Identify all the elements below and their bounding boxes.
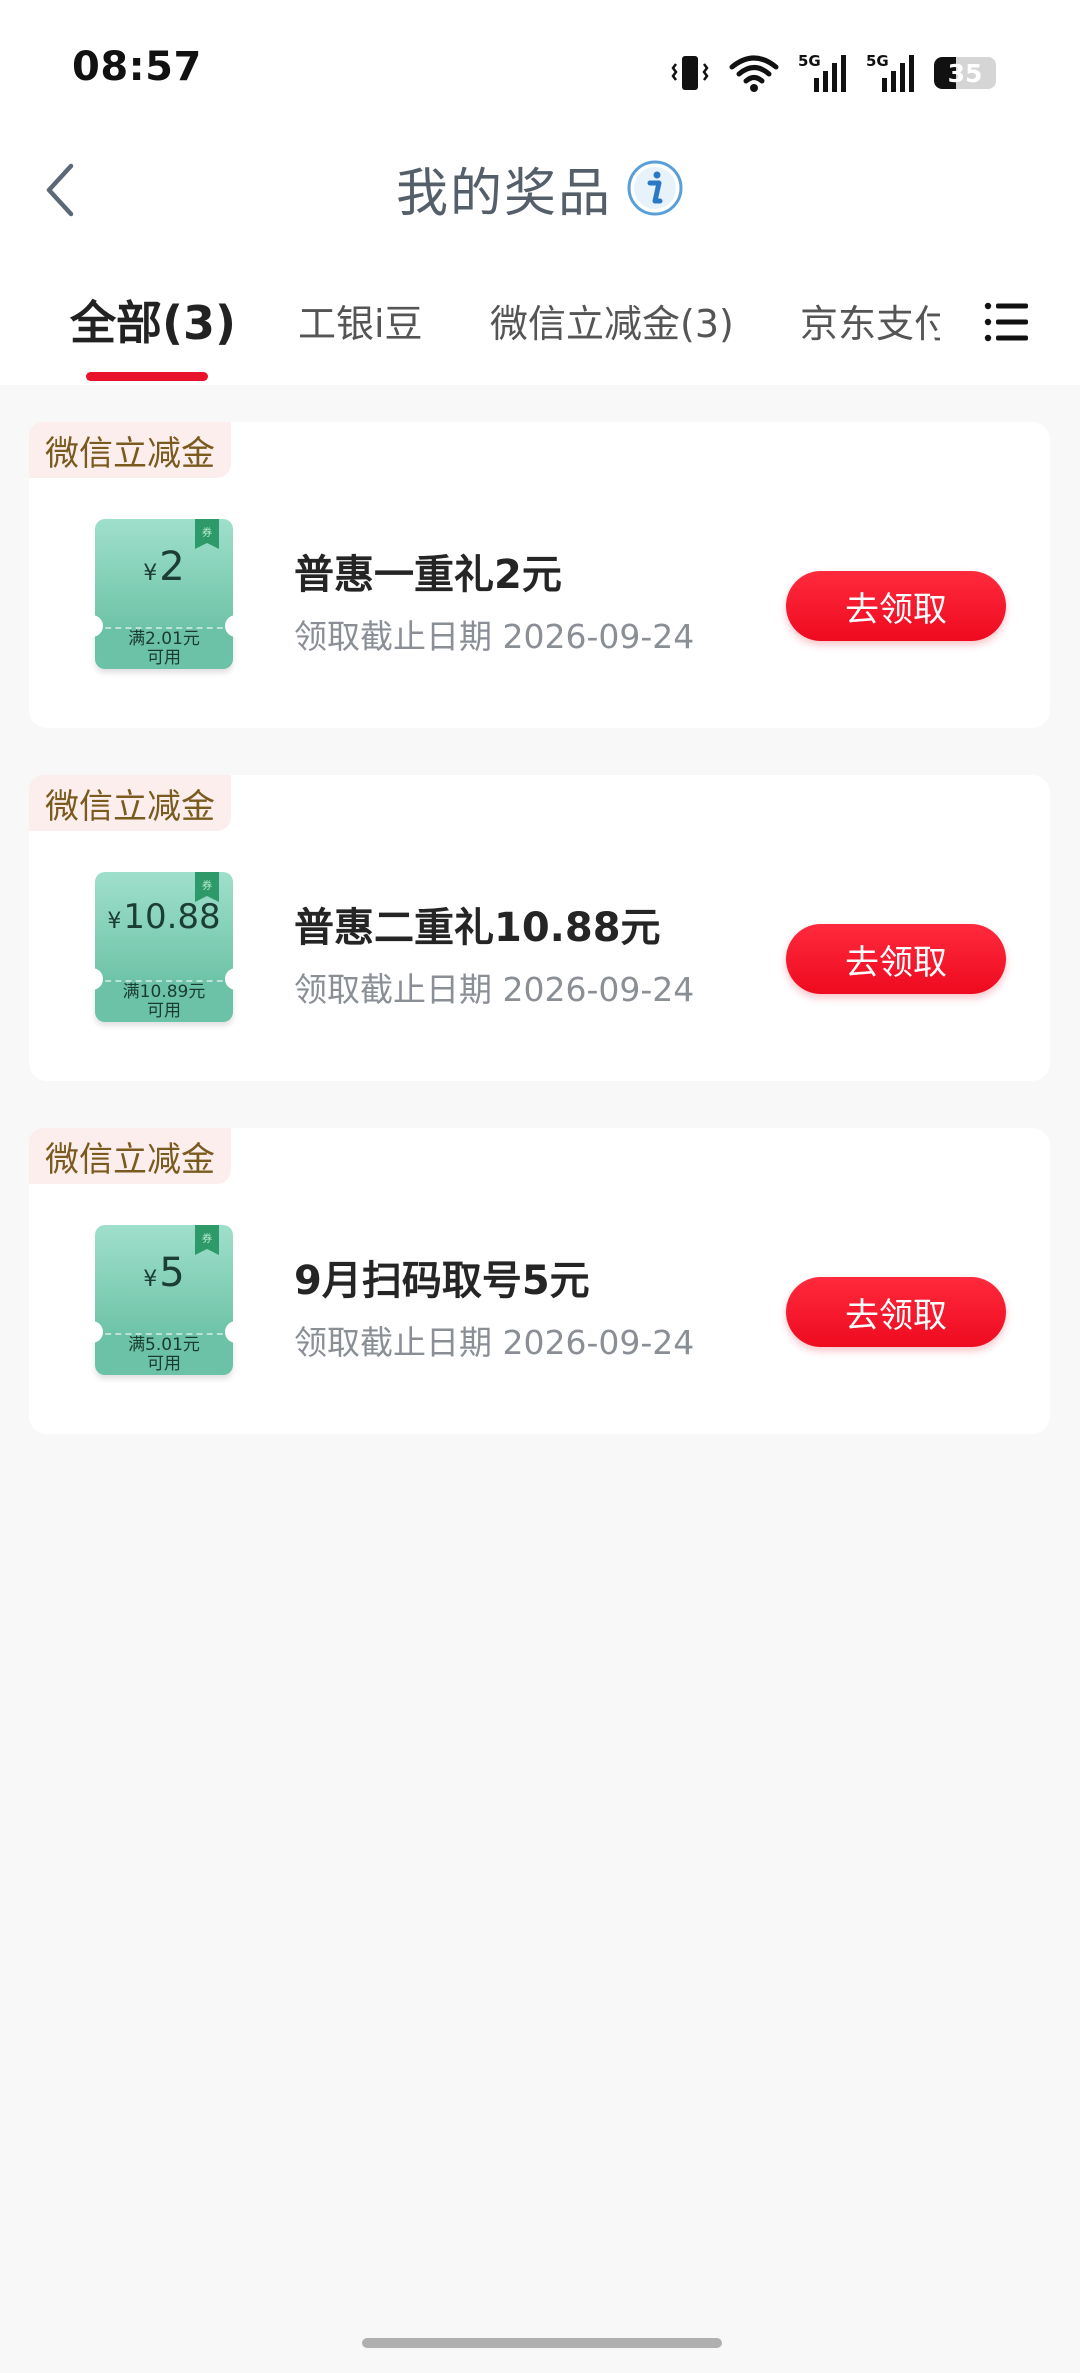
prize-card: 微信立减金 满10.89元 可用 券 ¥ 10.88 普惠二重礼10.88元 领…	[29, 775, 1050, 1081]
svg-text:券: 券	[202, 1232, 212, 1245]
svg-text:券: 券	[202, 526, 212, 539]
currency-symbol: ¥	[143, 1267, 158, 1292]
active-tab-indicator	[86, 372, 208, 381]
list-menu-icon	[984, 302, 1028, 342]
prize-name: 普惠一重礼2元	[294, 552, 562, 598]
coupon-usable-text: 可用	[147, 1354, 181, 1374]
page-title: 我的奖品	[0, 148, 1080, 228]
currency-symbol: ¥	[107, 909, 122, 934]
coupon-condition-text: 满2.01元	[128, 629, 200, 649]
status-icons: 5G 5G 35	[670, 48, 1000, 98]
prize-card: 微信立减金 满2.01元 可用 券 ¥ 2 普惠一重礼2元 领取截止日期 202…	[29, 422, 1050, 728]
prize-name: 9月扫码取号5元	[294, 1258, 590, 1304]
signal-5g-icon: 5G	[798, 52, 846, 92]
coupon-amount-value: 5	[159, 1250, 185, 1296]
coupon-amount: ¥ 2	[95, 544, 233, 604]
vibrate-icon	[671, 56, 709, 90]
claim-button[interactable]: 去领取	[786, 1277, 1006, 1347]
claim-button[interactable]: 去领取	[786, 924, 1006, 994]
tab-wechat-discount[interactable]: 微信立减金(3)	[490, 280, 734, 360]
prize-name: 普惠二重礼10.88元	[294, 905, 661, 951]
coupon-condition: 满10.89元 可用	[95, 980, 233, 1022]
prize-type-tag: 微信立减金	[29, 422, 231, 478]
svg-text:5G: 5G	[798, 52, 821, 70]
home-indicator[interactable]	[362, 2338, 722, 2348]
tab-bar: 全部(3) 工银i豆 微信立减金(3) 京东支付	[0, 280, 960, 380]
coupon-condition: 满5.01元 可用	[95, 1333, 233, 1375]
coupon-usable-text: 可用	[147, 1001, 181, 1021]
coupon-usable-text: 可用	[147, 648, 181, 668]
prize-deadline: 领取截止日期 2026-09-24	[294, 970, 695, 1009]
claim-button[interactable]: 去领取	[786, 571, 1006, 641]
coupon-condition-text: 满10.89元	[122, 982, 206, 1002]
tab-jd-pay[interactable]: 京东支付	[800, 280, 940, 360]
currency-symbol: ¥	[143, 561, 158, 586]
coupon-amount-value: 2	[159, 544, 185, 590]
wifi-icon	[729, 55, 779, 92]
tab-icbc-beans[interactable]: 工银i豆	[298, 280, 423, 360]
prize-deadline: 领取截止日期 2026-09-24	[294, 1323, 695, 1362]
signal-5g-icon: 5G	[866, 52, 914, 92]
coupon-amount-value: 10.88	[123, 897, 221, 937]
prize-type-tag: 微信立减金	[29, 775, 231, 831]
prize-type-tag: 微信立减金	[29, 1128, 231, 1184]
coupon-condition-text: 满5.01元	[128, 1335, 200, 1355]
prize-card: 微信立减金 满5.01元 可用 券 ¥ 5 9月扫码取号5元 领取截止日期 20…	[29, 1128, 1050, 1434]
info-icon[interactable]	[626, 159, 684, 217]
tab-all[interactable]: 全部(3)	[70, 280, 236, 360]
status-time: 08:57	[72, 44, 202, 90]
svg-text:券: 券	[202, 879, 212, 892]
coupon-amount: ¥ 10.88	[95, 897, 233, 957]
coupon-condition: 满2.01元 可用	[95, 627, 233, 669]
svg-text:5G: 5G	[866, 52, 889, 70]
prize-deadline: 领取截止日期 2026-09-24	[294, 617, 695, 656]
page-title-text: 我的奖品	[395, 163, 612, 224]
coupon-amount: ¥ 5	[95, 1250, 233, 1310]
battery-level: 35	[947, 58, 983, 88]
category-menu-button[interactable]	[980, 294, 1036, 350]
battery-icon: 35	[934, 56, 1000, 90]
